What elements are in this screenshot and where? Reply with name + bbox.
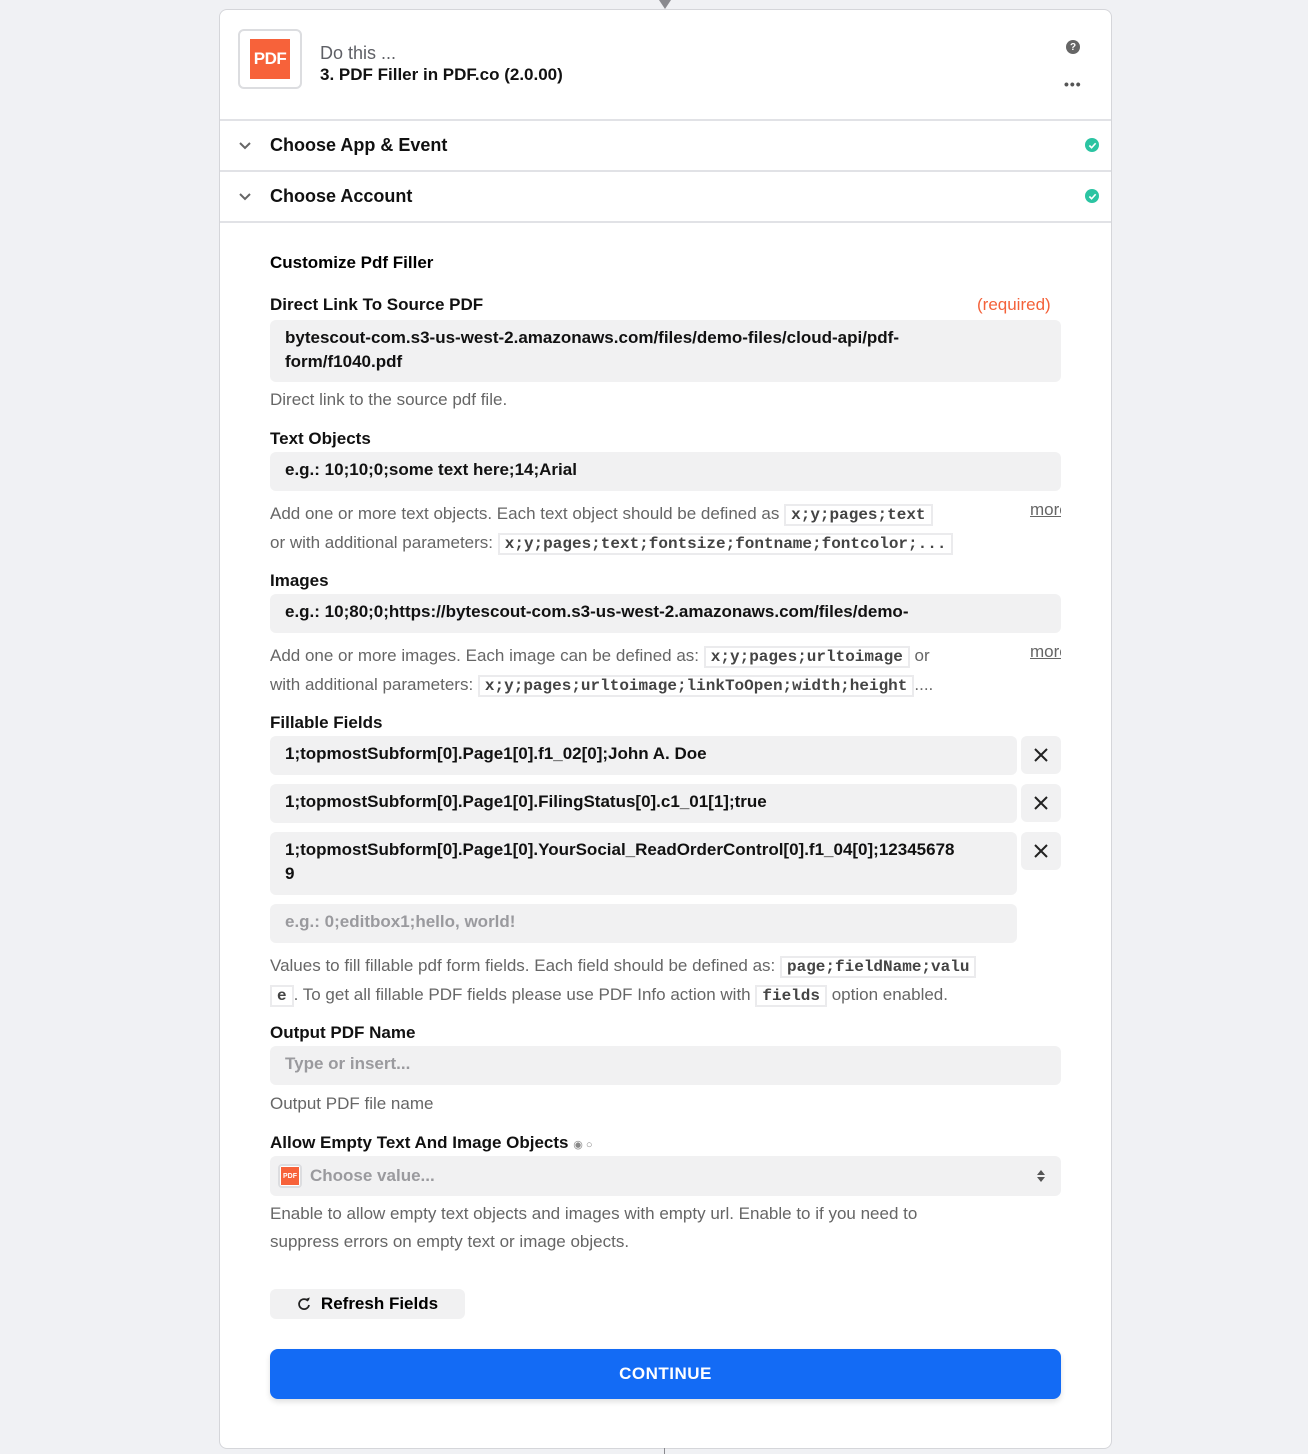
- fillable-field-input[interactable]: 1;topmostSubform[0].Page1[0].f1_02[0];Jo…: [270, 736, 1017, 775]
- direct-link-value-line1: bytescout-com.s3-us-west-2.amazonaws.com…: [285, 328, 900, 347]
- field-value-line1: 1;topmostSubform[0].Page1[0].YourSocial_…: [285, 840, 955, 859]
- refresh-icon: [298, 1297, 310, 1310]
- code-snippet: page;fieldName;valu: [780, 956, 977, 978]
- more-options-icon[interactable]: •••: [1064, 76, 1082, 92]
- step-subtitle: Do this ...: [320, 43, 397, 63]
- logo-text: PDF: [281, 1167, 299, 1185]
- section-choose-app-event[interactable]: Choose App & Event: [220, 121, 1111, 172]
- help-text: with additional parameters:: [270, 675, 474, 694]
- code-snippet: x;y;pages;text;fontsize;fontname;fontcol…: [497, 533, 954, 555]
- connector-arrow-icon: [659, 0, 671, 9]
- section-choose-account[interactable]: Choose Account: [220, 172, 1111, 223]
- help-text: . To get all fillable PDF fields please …: [293, 985, 751, 1004]
- fillable-fields-label: Fillable Fields: [270, 713, 383, 732]
- refresh-fields-button[interactable]: Refresh Fields: [270, 1289, 465, 1319]
- step-header: PDF Do this ... 3. PDF Filler in PDF.co …: [220, 10, 1111, 121]
- new-fillable-field-input[interactable]: e.g.: 0;editbox1;hello, world!: [270, 904, 1017, 943]
- chevron-down-icon: [239, 142, 251, 150]
- more-link[interactable]: more: [1030, 642, 1061, 662]
- select-placeholder: Choose value...: [310, 1166, 435, 1185]
- section-label: Choose Account: [270, 186, 413, 206]
- text-objects-input[interactable]: e.g.: 10;10;0;some text here;14;Arial: [270, 452, 1061, 491]
- help-text: Add one or more images. Each image can b…: [270, 646, 700, 665]
- refresh-label: Refresh Fields: [320, 1294, 439, 1313]
- check-circle-icon: [1085, 189, 1099, 203]
- allow-empty-label-text: Allow Empty Text And Image Objects: [270, 1133, 569, 1152]
- direct-link-value-line2: form/f1040.pdf: [285, 352, 403, 371]
- help-icon[interactable]: ?: [1066, 40, 1080, 54]
- code-snippet: e: [270, 985, 294, 1007]
- fillable-fields-help: Values to fill fillable pdf form fields.…: [270, 952, 1060, 1010]
- direct-link-help: Direct link to the source pdf file.: [270, 390, 508, 409]
- images-label: Images: [270, 571, 329, 590]
- code-snippet: fields: [755, 985, 827, 1007]
- step-title: 3. PDF Filler in PDF.co (2.0.00): [320, 65, 563, 84]
- code-snippet: x;y;pages;text: [784, 504, 933, 526]
- help-text: or: [914, 646, 930, 665]
- fillable-field-input[interactable]: 1;topmostSubform[0].Page1[0].YourSocial_…: [270, 832, 1017, 895]
- pdf-co-logo-icon: PDF: [250, 39, 290, 79]
- allow-empty-help: Enable to allow empty text objects and i…: [270, 1200, 1060, 1256]
- help-text: Values to fill fillable pdf form fields.…: [270, 956, 776, 975]
- pdf-co-logo-icon: PDF: [278, 1164, 302, 1188]
- allow-empty-select[interactable]: PDF Choose value...: [270, 1156, 1061, 1196]
- close-icon: [1034, 796, 1048, 810]
- remove-field-button[interactable]: [1021, 832, 1061, 870]
- app-logo: PDF: [238, 29, 302, 89]
- field-value-line2: 9: [285, 864, 295, 883]
- help-text: ....: [914, 675, 934, 694]
- text-objects-label: Text Objects: [270, 429, 371, 448]
- remove-field-button[interactable]: [1021, 784, 1061, 822]
- radio-toggle-icon[interactable]: ◉ ○: [573, 1139, 592, 1151]
- direct-link-input[interactable]: bytescout-com.s3-us-west-2.amazonaws.com…: [270, 320, 1061, 382]
- help-text: or with additional parameters:: [270, 533, 494, 552]
- images-help: Add one or more images. Each image can b…: [270, 642, 1020, 700]
- required-indicator: (required): [977, 295, 1051, 314]
- help-text: suppress errors on empty text or image o…: [270, 1232, 630, 1251]
- form-title: Customize Pdf Filler: [270, 253, 434, 272]
- output-name-help: Output PDF file name: [270, 1094, 434, 1113]
- allow-empty-label: Allow Empty Text And Image Objects ◉ ○: [270, 1133, 593, 1153]
- close-icon: [1034, 748, 1048, 762]
- connector-line: [664, 1448, 665, 1454]
- select-arrows-icon: [1037, 1170, 1045, 1182]
- continue-button[interactable]: CONTINUE: [270, 1349, 1061, 1399]
- check-circle-icon: [1085, 138, 1099, 152]
- code-snippet: x;y;pages;urltoimage: [703, 646, 910, 668]
- output-name-label: Output PDF Name: [270, 1023, 416, 1042]
- fillable-field-input[interactable]: 1;topmostSubform[0].Page1[0].FilingStatu…: [270, 784, 1017, 823]
- chevron-down-icon: [239, 193, 251, 201]
- help-text: Enable to allow empty text objects and i…: [270, 1204, 918, 1223]
- step-card: PDF Do this ... 3. PDF Filler in PDF.co …: [219, 9, 1112, 1449]
- close-icon: [1034, 844, 1048, 858]
- code-snippet: x;y;pages;urltoimage;linkToOpen;width;he…: [477, 675, 915, 697]
- text-objects-help: Add one or more text objects. Each text …: [270, 500, 1015, 558]
- output-name-input[interactable]: Type or insert...: [270, 1046, 1061, 1085]
- help-text: Add one or more text objects. Each text …: [270, 504, 780, 523]
- section-label: Choose App & Event: [270, 135, 448, 155]
- more-link[interactable]: more: [1030, 500, 1061, 520]
- help-text: option enabled.: [831, 985, 948, 1004]
- remove-field-button[interactable]: [1021, 736, 1061, 774]
- images-input[interactable]: e.g.: 10;80;0;https://bytescout-com.s3-u…: [270, 594, 1061, 633]
- direct-link-label: Direct Link To Source PDF: [270, 295, 484, 314]
